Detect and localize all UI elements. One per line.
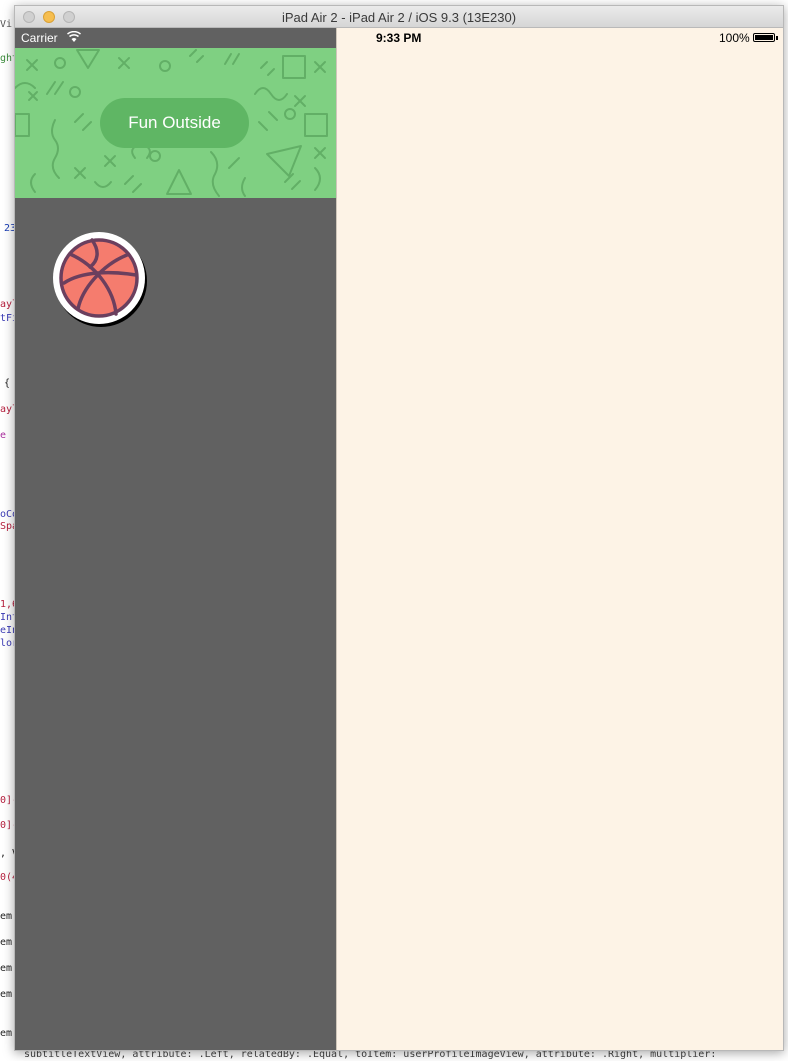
code-fragment: Vi [0,19,13,30]
device-screen: Fun Outside Carrier 9:33 PM 100% [15,28,783,1050]
fun-outside-button[interactable]: Fun Outside [100,98,249,148]
battery-percent: 100% [719,31,750,45]
status-time: 9:33 PM [376,31,422,45]
battery-icon [753,33,775,42]
code-fragment: e [0,430,7,441]
wifi-icon [67,31,81,42]
ios-status-bar: Carrier 9:33 PM 100% [15,28,783,48]
main-content-panel [336,28,783,1050]
menu-header-banner: Fun Outside [15,48,336,198]
carrier-label: Carrier [21,31,58,45]
code-fragment: { [4,378,11,389]
side-menu-panel: Fun Outside [15,28,336,1050]
category-ball-item[interactable] [52,231,148,327]
basketball-icon [53,232,147,327]
window-title: iPad Air 2 - iPad Air 2 / iOS 9.3 (13E23… [281,10,517,25]
window-titlebar: iPad Air 2 - iPad Air 2 / iOS 9.3 (13E23… [15,6,783,28]
battery-nub [776,36,778,40]
simulator-window: iPad Air 2 - iPad Air 2 / iOS 9.3 (13E23… [14,5,784,1051]
